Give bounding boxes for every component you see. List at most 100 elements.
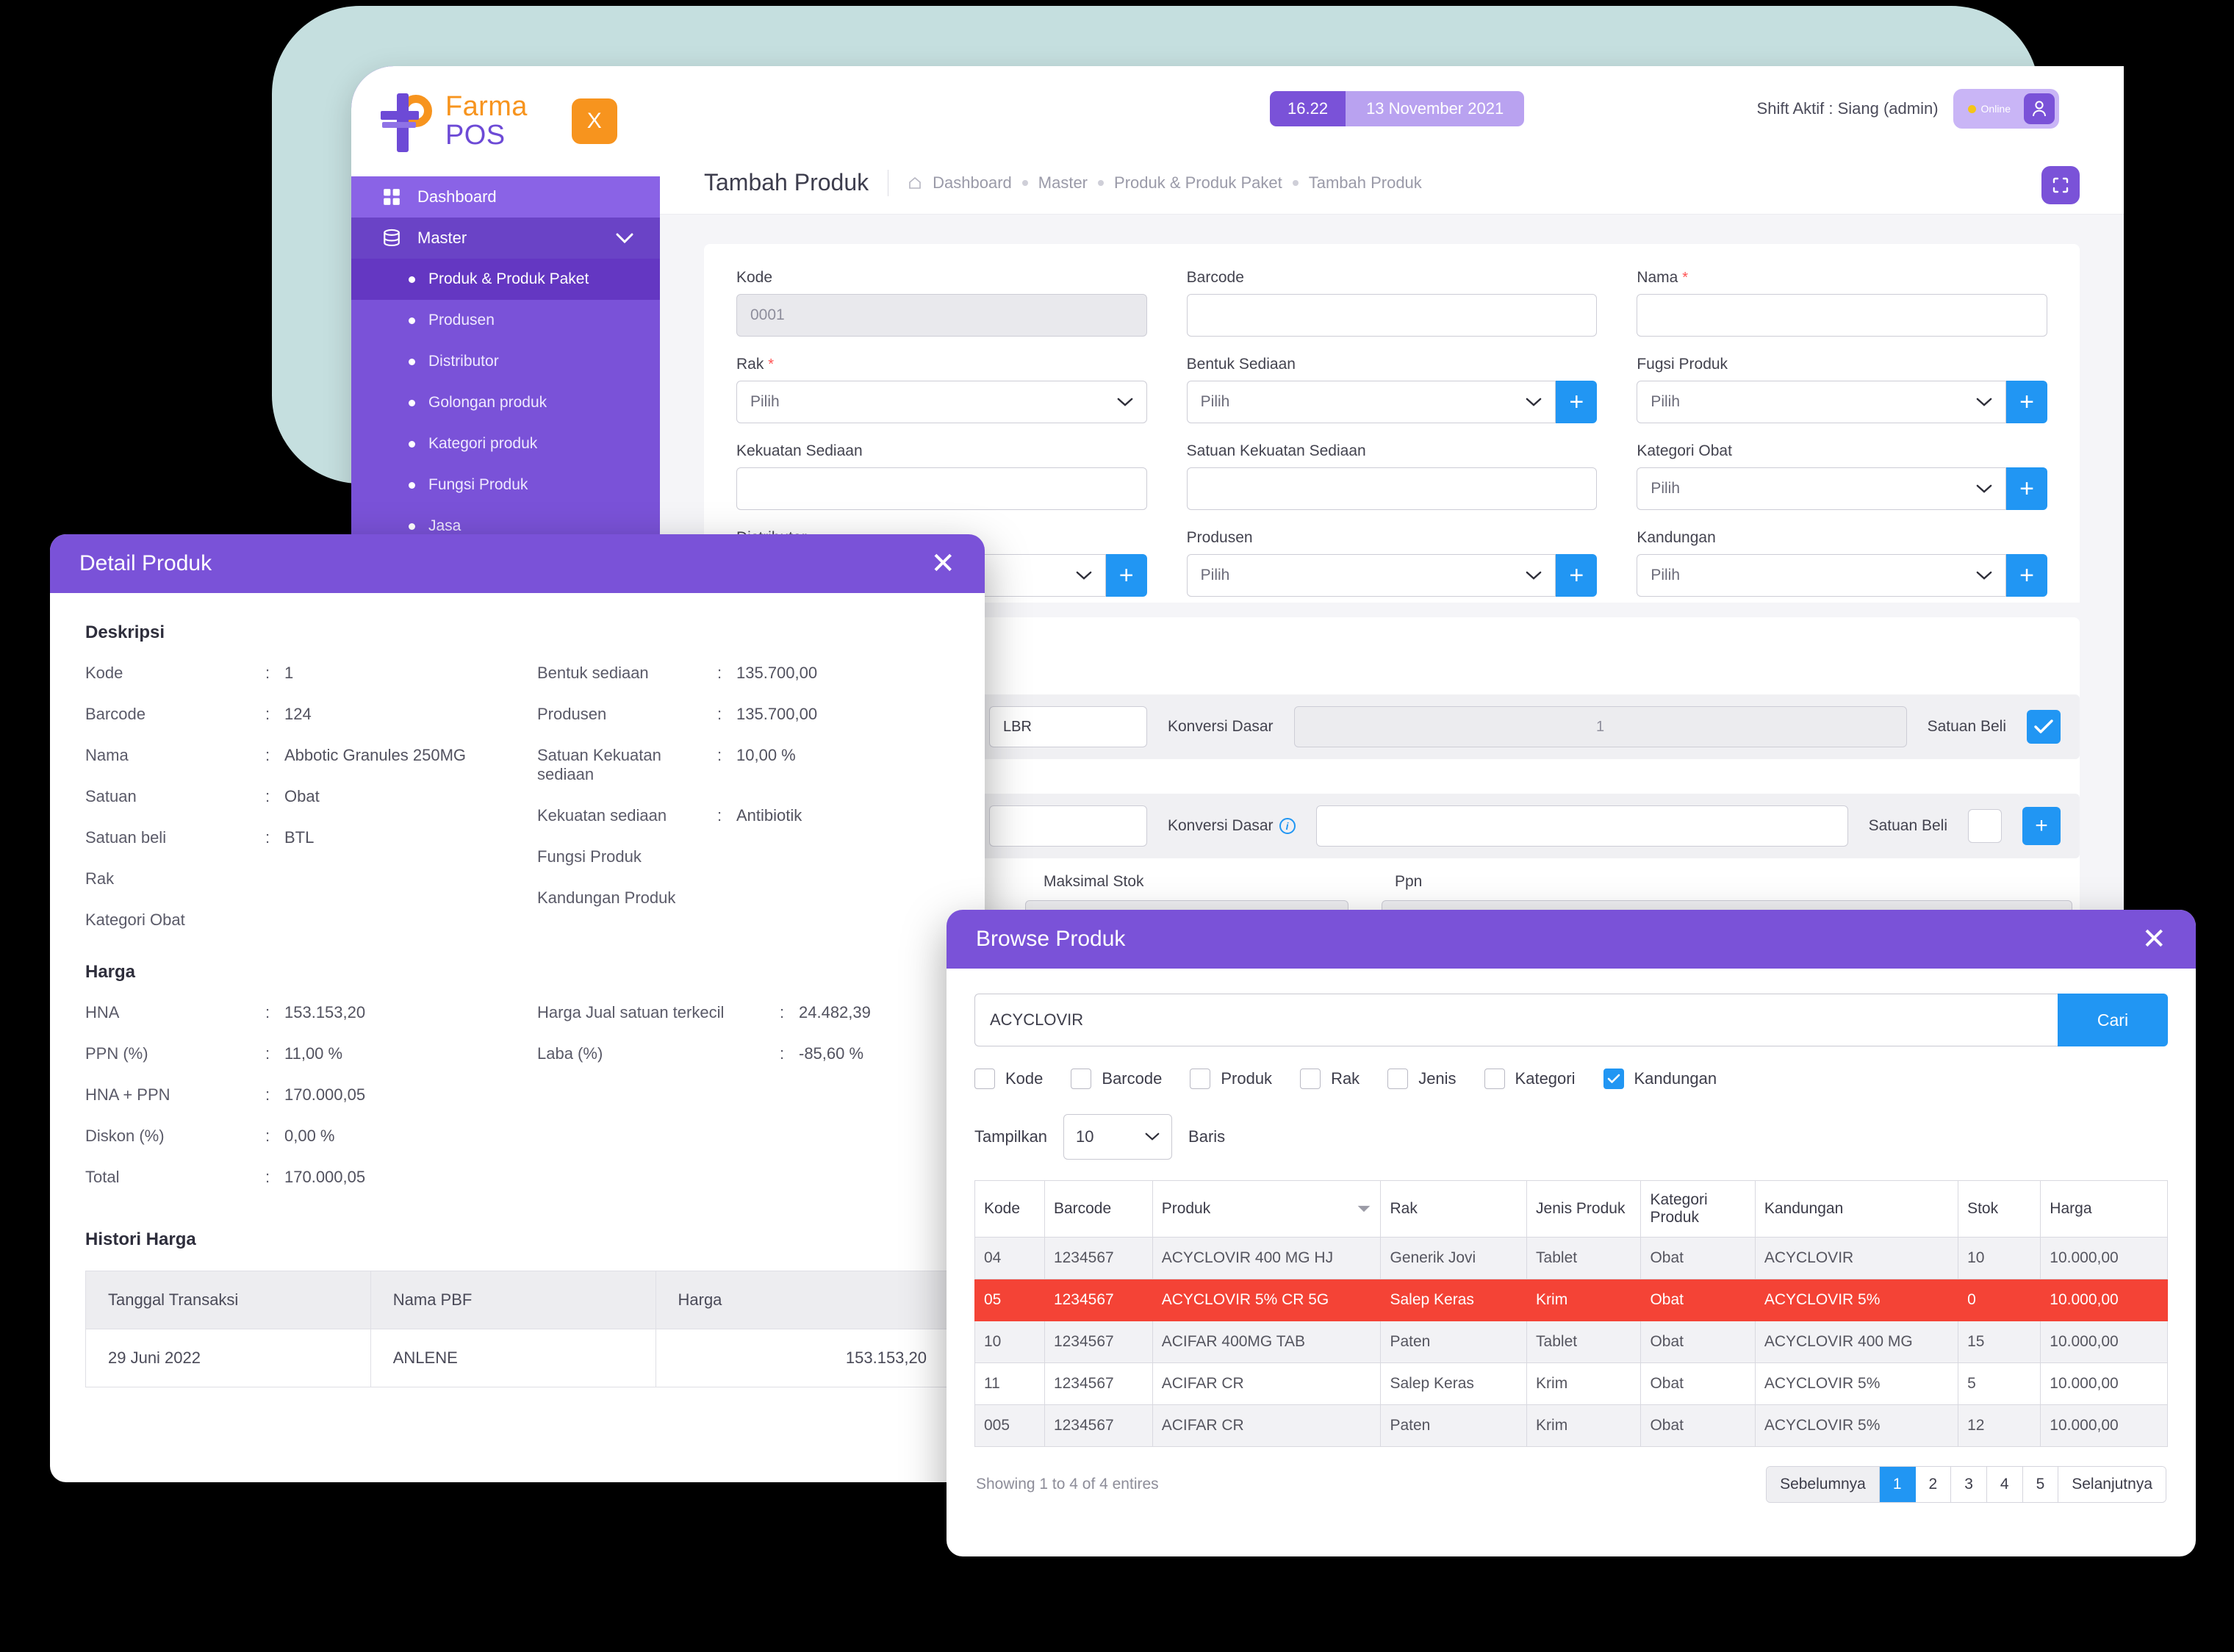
close-icon[interactable]: ✕ xyxy=(930,549,955,578)
add-produsen-button[interactable]: + xyxy=(1556,554,1598,597)
brand-line2: POS xyxy=(445,120,506,151)
breadcrumb-item-1[interactable]: Master xyxy=(1038,173,1088,193)
sidebar-subitem-distributor[interactable]: Distributor xyxy=(351,341,660,382)
sidebar-label-dashboard: Dashboard xyxy=(417,187,497,206)
col-harga[interactable]: Harga xyxy=(2040,1180,2168,1238)
select-produsen[interactable]: Pilih xyxy=(1186,554,1556,597)
detail-key: Rak xyxy=(85,869,115,888)
sidebar-sublabel-1: Produsen xyxy=(428,312,495,328)
checkbox-satuan-beli-1[interactable] xyxy=(2027,710,2061,744)
required-asterisk: * xyxy=(1682,270,1688,286)
fullscreen-button[interactable] xyxy=(2041,166,2080,204)
input-kekuatan-sediaan[interactable] xyxy=(736,467,1147,510)
table-row[interactable]: 05 1234567 ACYCLOVIR 5% CR 5G Salep Kera… xyxy=(974,1279,2168,1321)
col-kode[interactable]: Kode xyxy=(974,1180,1045,1238)
label-kandungan: Kandungan xyxy=(1634,1069,1717,1088)
col-stok[interactable]: Stok xyxy=(1958,1180,2041,1238)
input-satuan-1[interactable]: LBR xyxy=(989,706,1147,747)
col-kategori-produk[interactable]: Kategori Produk xyxy=(1640,1180,1756,1238)
sidebar-item-dashboard[interactable]: Dashboard xyxy=(351,176,660,218)
add-fungsi-produk-button[interactable]: + xyxy=(2006,381,2047,423)
avatar[interactable] xyxy=(2024,93,2055,124)
input-konversi-dasar-1[interactable]: 1 xyxy=(1293,706,1907,747)
col-produk[interactable]: Produk xyxy=(1152,1180,1382,1238)
input-kode[interactable]: 0001 xyxy=(736,294,1147,337)
col-jenis-produk[interactable]: Jenis Produk xyxy=(1526,1180,1642,1238)
checkbox-satuan-beli-2[interactable] xyxy=(1968,809,2002,843)
sidebar-collapse-button[interactable]: X xyxy=(571,98,617,144)
sidebar-subitem-fungsi-produk[interactable]: Fungsi Produk xyxy=(351,464,660,506)
browse-modal-title: Browse Produk xyxy=(976,927,1126,951)
sidebar-subitem-golongan-produk[interactable]: Golongan produk xyxy=(351,382,660,423)
select-rows-per-page[interactable]: 10 xyxy=(1063,1114,1173,1160)
sidebar-subitem-kategori-produk[interactable]: Kategori produk xyxy=(351,423,660,464)
breadcrumb-separator-icon xyxy=(1098,179,1105,186)
browse-modal-header: Browse Produk ✕ xyxy=(947,910,2196,969)
checkbox-jenis[interactable] xyxy=(1387,1069,1409,1089)
search-button[interactable]: Cari xyxy=(2058,994,2168,1046)
sidebar-subitem-produsen[interactable]: Produsen xyxy=(351,300,660,341)
select-rak[interactable]: Pilih xyxy=(736,381,1147,423)
input-nama[interactable] xyxy=(1637,294,2047,337)
add-distributor-button[interactable]: + xyxy=(1105,554,1147,597)
col-kandungan[interactable]: Kandungan xyxy=(1754,1180,1959,1238)
input-satuan-kekuatan-sediaan[interactable] xyxy=(1186,467,1598,510)
add-satuan-button[interactable]: + xyxy=(2022,807,2061,845)
cell-barcode: 1234567 xyxy=(1044,1237,1153,1279)
select-bentuk-sediaan[interactable]: Pilih xyxy=(1186,381,1556,423)
checkbox-kandungan[interactable] xyxy=(1603,1069,1624,1089)
table-row[interactable]: 11 1234567 ACIFAR CR Salep Keras Krim Ob… xyxy=(974,1362,2168,1405)
detail-key: Fungsi Produk xyxy=(537,847,642,866)
select-kandungan[interactable]: Pilih xyxy=(1637,554,2006,597)
breadcrumb-item-3[interactable]: Tambah Produk xyxy=(1309,173,1422,193)
label-maksimal-stok: Maksimal Stok xyxy=(1044,873,1144,890)
checkbox-produk[interactable] xyxy=(1190,1069,1211,1089)
info-icon[interactable]: i xyxy=(1279,818,1296,835)
select-fungsi-produk[interactable]: Pilih xyxy=(1637,381,2006,423)
search-input[interactable]: ACYCLOVIR xyxy=(974,994,2058,1046)
add-bentuk-sediaan-button[interactable]: + xyxy=(1556,381,1598,423)
page-button-1[interactable]: 1 xyxy=(1879,1467,1916,1502)
sidebar-item-master[interactable]: Master xyxy=(351,218,660,259)
table-row[interactable]: 005 1234567 ACIFAR CR Paten Krim Obat AC… xyxy=(974,1404,2168,1447)
detail-row: Barcode:124 xyxy=(85,705,498,724)
breadcrumb-item-0[interactable]: Dashboard xyxy=(933,173,1012,193)
input-satuan-2[interactable] xyxy=(989,805,1147,847)
detail-value: Abbotic Granules 250MG xyxy=(284,746,467,764)
sidebar-subitem-produk-paket[interactable]: Produk & Produk Paket xyxy=(351,259,660,300)
checkbox-barcode[interactable] xyxy=(1071,1069,1092,1089)
label-satuan-beli-1: Satuan Beli xyxy=(1927,718,2006,735)
col-rak[interactable]: Rak xyxy=(1380,1180,1528,1238)
field-kode: Kode 0001 xyxy=(736,269,1147,337)
page-prev-button[interactable]: Sebelumnya xyxy=(1767,1467,1880,1502)
select-kategori-obat[interactable]: Pilih xyxy=(1637,467,2006,510)
cell-jenis: Krim xyxy=(1526,1279,1642,1321)
cell-rak: Paten xyxy=(1380,1321,1528,1363)
cell-kode: 005 xyxy=(974,1404,1045,1447)
add-kategori-obat-button[interactable]: + xyxy=(2006,467,2047,510)
page-button-4[interactable]: 4 xyxy=(1986,1467,2023,1502)
page-button-2[interactable]: 2 xyxy=(1915,1467,1952,1502)
farmapos-logo-icon xyxy=(381,89,432,154)
chevron-down-icon xyxy=(1117,398,1133,406)
table-row[interactable]: 04 1234567 ACYCLOVIR 400 MG HJ Generik J… xyxy=(974,1237,2168,1279)
add-kandungan-button[interactable]: + xyxy=(2006,554,2047,597)
cell-rak: Salep Keras xyxy=(1380,1279,1528,1321)
page-next-button[interactable]: Selanjutnya xyxy=(2058,1467,2166,1502)
checkbox-kategori[interactable] xyxy=(1484,1069,1505,1089)
col-barcode[interactable]: Barcode xyxy=(1044,1180,1153,1238)
table-row[interactable]: 10 1234567 ACIFAR 400MG TAB Paten Tablet… xyxy=(974,1321,2168,1363)
checkbox-rak[interactable] xyxy=(1300,1069,1321,1089)
browse-modal-body: ACYCLOVIR Cari Kode Barcode Produk Rak J… xyxy=(947,969,2196,1503)
page-button-3[interactable]: 3 xyxy=(1951,1467,1987,1502)
field-fungsi-produk: Fugsi Produk Pilih + xyxy=(1637,356,2047,423)
breadcrumb-item-2[interactable]: Produk & Produk Paket xyxy=(1114,173,1282,193)
input-konversi-dasar-2[interactable] xyxy=(1315,805,1848,847)
checkbox-kode[interactable] xyxy=(974,1069,995,1089)
page-button-5[interactable]: 5 xyxy=(2022,1467,2059,1502)
close-icon[interactable]: ✕ xyxy=(2141,924,2166,954)
harga-key: Harga Jual satuan terkecil xyxy=(537,1003,725,1021)
control-bentuk-sediaan: Pilih + xyxy=(1186,381,1598,423)
user-menu[interactable]: Online xyxy=(1953,89,2059,129)
input-barcode[interactable] xyxy=(1186,294,1598,337)
